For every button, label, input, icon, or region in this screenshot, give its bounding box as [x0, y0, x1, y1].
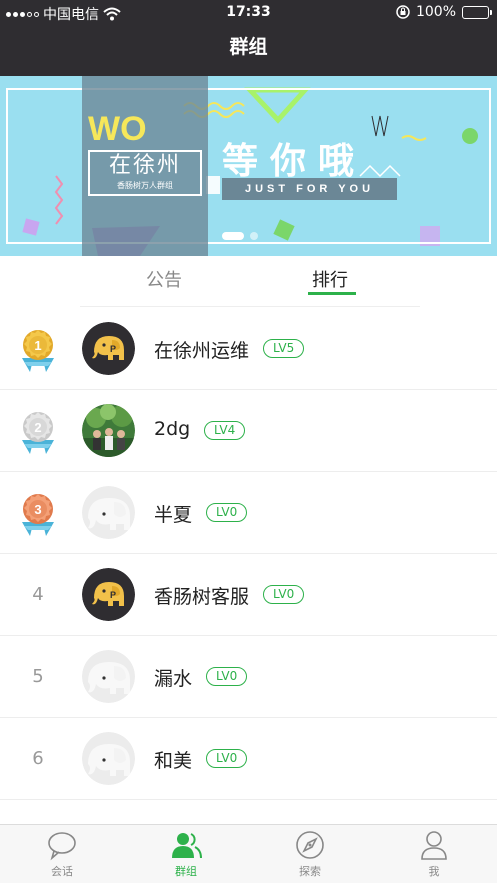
ranking-row[interactable]: 2 2dg LV4: [0, 390, 497, 472]
battery-icon: [462, 5, 492, 19]
ranking-row[interactable]: 1 P 在徐州运维 LV5: [0, 308, 497, 390]
banner-dot[interactable]: [250, 232, 258, 240]
banner-tagline: JUST FOR YOU: [222, 178, 397, 200]
banner-slogan: 等你哦: [222, 141, 367, 182]
banner-headline: WO: [88, 110, 147, 148]
avatar[interactable]: P: [82, 322, 135, 375]
ranking-row[interactable]: 5 漏水 LV0: [0, 636, 497, 718]
member-name: 半夏: [154, 504, 193, 526]
status-bar: 中国电信 17:33 100%: [0, 0, 497, 26]
promo-banner[interactable]: WO 在徐州 香肠树万人群组 等你哦 JUST FOR YOU: [0, 76, 497, 256]
silver-medal-icon: 2: [18, 410, 58, 454]
svg-text:2: 2: [34, 420, 41, 435]
divider: [80, 306, 420, 307]
member-name: 在徐州运维: [154, 340, 250, 362]
ranking-row[interactable]: 6 和美 LV0: [0, 718, 497, 800]
gold-medal-icon: 1: [18, 328, 58, 372]
tabbar-label: 会话: [51, 865, 73, 878]
svg-text:1: 1: [34, 338, 41, 353]
rank-number: 6: [32, 748, 44, 769]
banner-city: 在徐州: [108, 153, 181, 178]
chat-bubble-icon: [48, 832, 76, 861]
tabbar-item-chat[interactable]: 会话: [0, 829, 124, 879]
ranking-list: 1 P 在徐州运维 LV5 2 2dg LV4 3 半夏 LV0 4 P 香肠树客服 LV0 5 漏水 LV0 6…: [0, 308, 497, 800]
tabbar-item-me[interactable]: 我: [372, 829, 496, 879]
group-icon: [172, 833, 202, 859]
rank-number: 4: [32, 584, 44, 605]
member-name: 漏水: [154, 668, 193, 690]
tabbar-label: 我: [428, 865, 440, 878]
level-badge: LV0: [263, 585, 305, 604]
tab-announcement[interactable]: 公告: [146, 266, 182, 292]
tab-ranking[interactable]: 排行: [312, 266, 348, 292]
tabbar-item-group[interactable]: 群组: [124, 829, 248, 879]
rank-number: 5: [32, 666, 44, 687]
person-icon: [421, 831, 447, 860]
avatar[interactable]: [82, 650, 135, 703]
svg-text:P: P: [110, 344, 116, 354]
level-badge: LV4: [204, 421, 246, 440]
avatar[interactable]: P: [82, 568, 135, 621]
banner-dot-active[interactable]: [222, 232, 244, 240]
ranking-row[interactable]: 3 半夏 LV0: [0, 472, 497, 554]
avatar[interactable]: [82, 732, 135, 785]
avatar[interactable]: [82, 404, 135, 457]
banner-city-box: 在徐州 香肠树万人群组: [88, 150, 202, 196]
tabbar-label: 群组: [175, 865, 197, 878]
svg-text:P: P: [110, 590, 116, 600]
level-badge: LV0: [206, 503, 248, 522]
page-title: 群组: [229, 36, 268, 58]
segment-tabs: 公告 排行: [0, 256, 497, 306]
tabbar-label: 探索: [299, 865, 321, 878]
level-badge: LV0: [206, 667, 248, 686]
compass-icon: [296, 831, 324, 859]
banner-page-indicator[interactable]: [222, 232, 258, 240]
battery-percent: 100%: [415, 4, 456, 20]
orientation-lock-icon: [396, 5, 410, 19]
level-badge: LV0: [206, 749, 248, 768]
active-tab-underline: [308, 292, 356, 295]
member-name: 和美: [154, 750, 193, 772]
banner-city-sub: 香肠树万人群组: [117, 181, 173, 190]
level-badge: LV5: [263, 339, 305, 358]
member-name: 香肠树客服: [154, 586, 250, 608]
ranking-row[interactable]: 4 P 香肠树客服 LV0: [0, 554, 497, 636]
avatar[interactable]: [82, 486, 135, 539]
top-bar: 中国电信 17:33 100% 群组: [0, 0, 497, 76]
tabbar-item-explore[interactable]: 探索: [248, 829, 372, 879]
member-name: 2dg: [154, 418, 191, 440]
bottom-tab-bar: 会话 群组 探索 我: [0, 824, 497, 883]
svg-text:3: 3: [34, 502, 41, 517]
bronze-medal-icon: 3: [18, 492, 58, 536]
